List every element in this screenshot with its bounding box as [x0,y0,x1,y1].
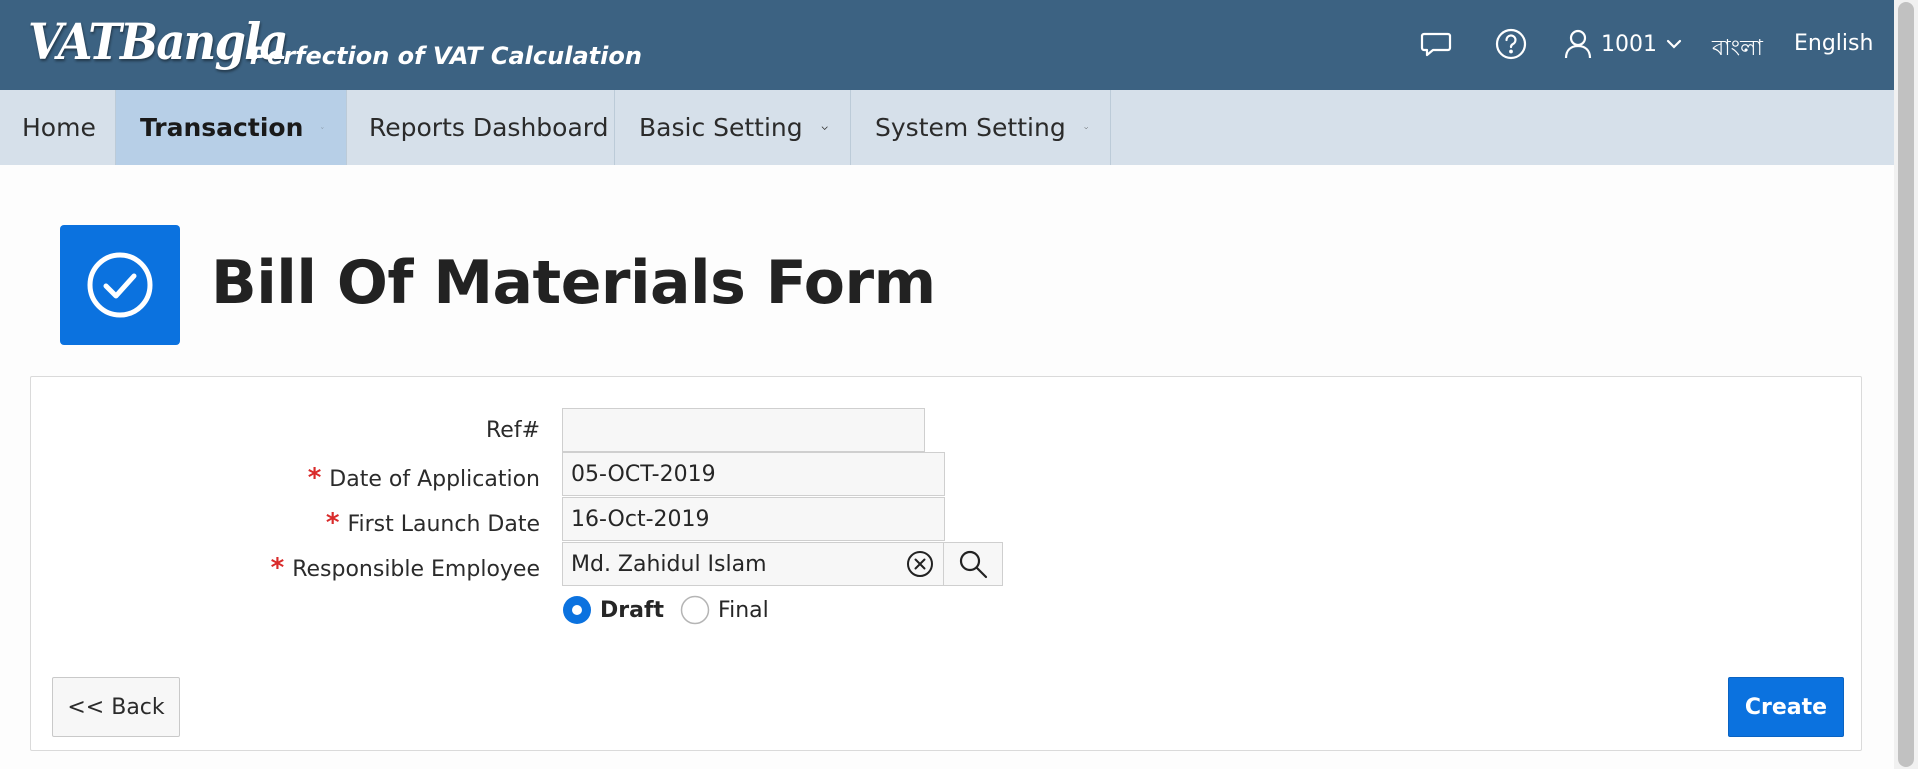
ref-label: Ref# [486,418,540,443]
lang-bangla-link[interactable]: বাংলা [1712,31,1763,68]
status-draft-label: Draft [600,597,665,623]
date-application-label: * Date of Application [308,463,540,493]
chevron-down-icon [1666,39,1682,49]
status-radio-final[interactable]: Final [680,595,769,625]
required-marker: * [325,508,340,538]
status-radio-draft[interactable]: Draft [562,595,664,625]
user-id: 1001 [1601,31,1657,57]
status-final-label: Final [718,597,769,623]
nav-item-label: Home [22,113,96,142]
ref-label-text: Ref# [485,418,540,443]
radio-selected-icon [563,596,591,624]
first-launch-label-text: First Launch Date [347,512,540,537]
nav-item-reports-dashboard[interactable]: Reports Dashboard [347,90,615,165]
nav-item-label: Transaction [140,113,304,142]
chat-icon[interactable] [1419,27,1453,61]
required-marker: * [270,553,285,583]
app-tagline: Perfection of VAT Calculation [250,42,642,70]
user-icon [1564,29,1592,59]
app-logo[interactable]: VATBangla [28,12,289,71]
clear-icon[interactable] [905,549,935,579]
nav-item-transaction[interactable]: Transaction [116,90,347,165]
check-circle-icon [60,225,180,345]
create-button[interactable]: Create [1728,677,1844,737]
lang-english-link[interactable]: English [1794,31,1873,56]
first-launch-date-input[interactable] [562,497,945,541]
ref-input[interactable] [562,408,925,452]
help-icon[interactable] [1494,27,1528,61]
search-icon [959,550,988,579]
nav-item-label: Reports Dashboard [369,113,609,142]
nav-item-home[interactable]: Home [0,90,116,165]
user-menu[interactable]: 1001 [1563,27,1683,61]
back-button[interactable]: << Back [52,677,180,737]
responsible-employee-label-text: Responsible Employee [292,557,540,582]
responsible-employee-label: * Responsible Employee [271,553,540,583]
nav-item-label: System Setting [875,113,1066,142]
status-radio-group: Draft Final [562,593,785,627]
employee-search-button[interactable] [943,542,1003,586]
chevron-down-icon [1084,126,1088,129]
date-application-label-text: Date of Application [329,467,540,492]
nav-item-system-setting[interactable]: System Setting [851,90,1111,165]
required-marker: * [307,463,322,493]
scrollbar-thumb[interactable] [1898,2,1914,767]
chevron-down-icon [821,126,828,130]
date-application-input[interactable] [562,452,945,496]
nav-item-label: Basic Setting [639,113,803,142]
radio-unselected-icon [680,595,710,625]
main-nav: Home Transaction Reports Dashboard Basic… [0,90,1894,165]
page-title: Bill Of Materials Form [211,248,936,318]
top-header: VATBangla Perfection of VAT Calculation … [0,0,1894,90]
first-launch-label: * First Launch Date [326,508,540,538]
nav-item-basic-setting[interactable]: Basic Setting [615,90,851,165]
responsible-employee-input[interactable] [562,542,945,586]
chevron-down-icon [321,126,324,129]
